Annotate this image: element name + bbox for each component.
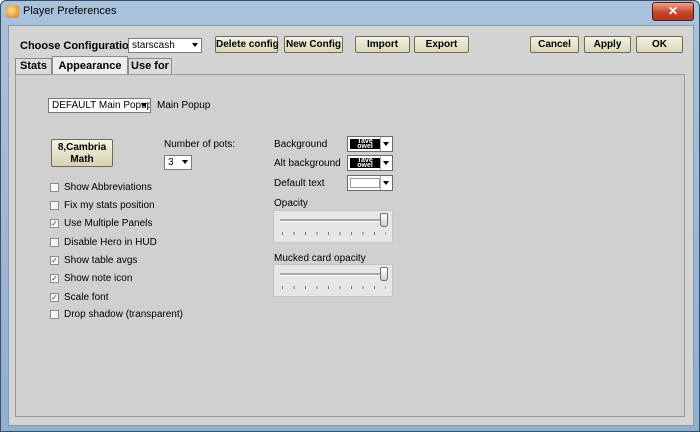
use-multiple-panels-checkbox[interactable]: ✓ (50, 219, 59, 228)
show-note-icon-checkbox[interactable]: ✓ (50, 274, 59, 283)
app-icon (6, 5, 19, 18)
mucked-slider-track (280, 273, 386, 276)
popup-select-value: DEFAULT Main Popup (52, 100, 151, 111)
title-bar[interactable]: Player Preferences ✕ (1, 1, 699, 23)
default-text-color-swatch (350, 178, 380, 188)
fix-stats-position-label: Fix my stats position (64, 200, 155, 211)
delete-config-button[interactable]: Delete config (215, 36, 279, 53)
opacity-slider-ticks (282, 232, 386, 235)
cancel-button[interactable]: Cancel (530, 36, 579, 53)
chevron-down-icon (380, 176, 392, 190)
number-of-pots-select[interactable]: 3 (164, 155, 192, 170)
mucked-card-opacity-label: Mucked card opacity (274, 253, 366, 264)
main-popup-label: Main Popup (157, 100, 211, 111)
default-text-color-picker[interactable] (347, 175, 393, 191)
use-multiple-panels-label: Use Multiple Panels (64, 218, 153, 229)
scale-font-checkbox[interactable]: ✓ (50, 293, 59, 302)
font-select-button[interactable]: 8,Cambria Math (51, 139, 113, 167)
disable-hero-checkbox[interactable] (50, 238, 59, 247)
background-color-swatch: Tave owel (350, 139, 380, 149)
appearance-panel: DEFAULT Main Popup Main Popup 8,Cambria … (15, 74, 685, 417)
configuration-select[interactable]: starscash (128, 38, 202, 53)
opacity-slider-thumb[interactable] (380, 213, 388, 227)
opacity-label: Opacity (274, 198, 308, 209)
show-table-avgs-checkbox[interactable]: ✓ (50, 256, 59, 265)
ok-button[interactable]: OK (636, 36, 683, 53)
configuration-select-value: starscash (132, 40, 175, 51)
chevron-down-icon (182, 160, 188, 164)
close-button[interactable]: ✕ (652, 2, 694, 21)
window-title: Player Preferences (23, 5, 117, 17)
background-color-picker[interactable]: Tave owel (347, 136, 393, 152)
alt-background-color-swatch: Tave owel (350, 158, 380, 168)
number-of-pots-value: 3 (168, 157, 174, 168)
client-area: Choose Configuration: starscash Delete c… (8, 25, 694, 426)
default-text-label: Default text (274, 178, 325, 189)
chevron-down-icon (380, 156, 392, 170)
number-of-pots-label: Number of pots: (164, 139, 236, 150)
show-table-avgs-label: Show table avgs (64, 255, 138, 266)
show-abbreviations-label: Show Abbreviations (64, 182, 152, 193)
fix-stats-position-checkbox[interactable] (50, 201, 59, 210)
tab-appearance[interactable]: Appearance (52, 56, 128, 75)
drop-shadow-checkbox[interactable] (50, 310, 59, 319)
alt-background-label: Alt background (274, 158, 341, 169)
mucked-slider-ticks (282, 286, 386, 289)
scale-font-label: Scale font (64, 292, 109, 303)
popup-select[interactable]: DEFAULT Main Popup (48, 98, 151, 113)
show-note-icon-label: Show note icon (64, 273, 133, 284)
chevron-down-icon (380, 137, 392, 151)
background-label: Background (274, 139, 328, 150)
tab-use-for[interactable]: Use for (128, 58, 172, 74)
mucked-slider-thumb[interactable] (380, 267, 388, 281)
show-abbreviations-checkbox[interactable] (50, 183, 59, 192)
choose-configuration-label: Choose Configuration: (20, 40, 140, 52)
chevron-down-icon (192, 43, 198, 47)
drop-shadow-label: Drop shadow (transparent) (64, 309, 183, 320)
apply-button[interactable]: Apply (584, 36, 631, 53)
player-preferences-window: Player Preferences ✕ Choose Configuratio… (0, 0, 700, 432)
disable-hero-label: Disable Hero in HUD (64, 237, 157, 248)
new-config-button[interactable]: New Config (284, 36, 343, 53)
font-button-label: 8,Cambria Math (57, 142, 107, 165)
opacity-slider[interactable] (273, 210, 393, 243)
alt-background-color-picker[interactable]: Tave owel (347, 155, 393, 171)
mucked-card-opacity-slider[interactable] (273, 264, 393, 297)
opacity-slider-track (280, 219, 386, 222)
import-button[interactable]: Import (355, 36, 410, 53)
chevron-down-icon (141, 103, 147, 107)
tab-stats[interactable]: Stats (15, 58, 52, 74)
export-button[interactable]: Export (414, 36, 469, 53)
